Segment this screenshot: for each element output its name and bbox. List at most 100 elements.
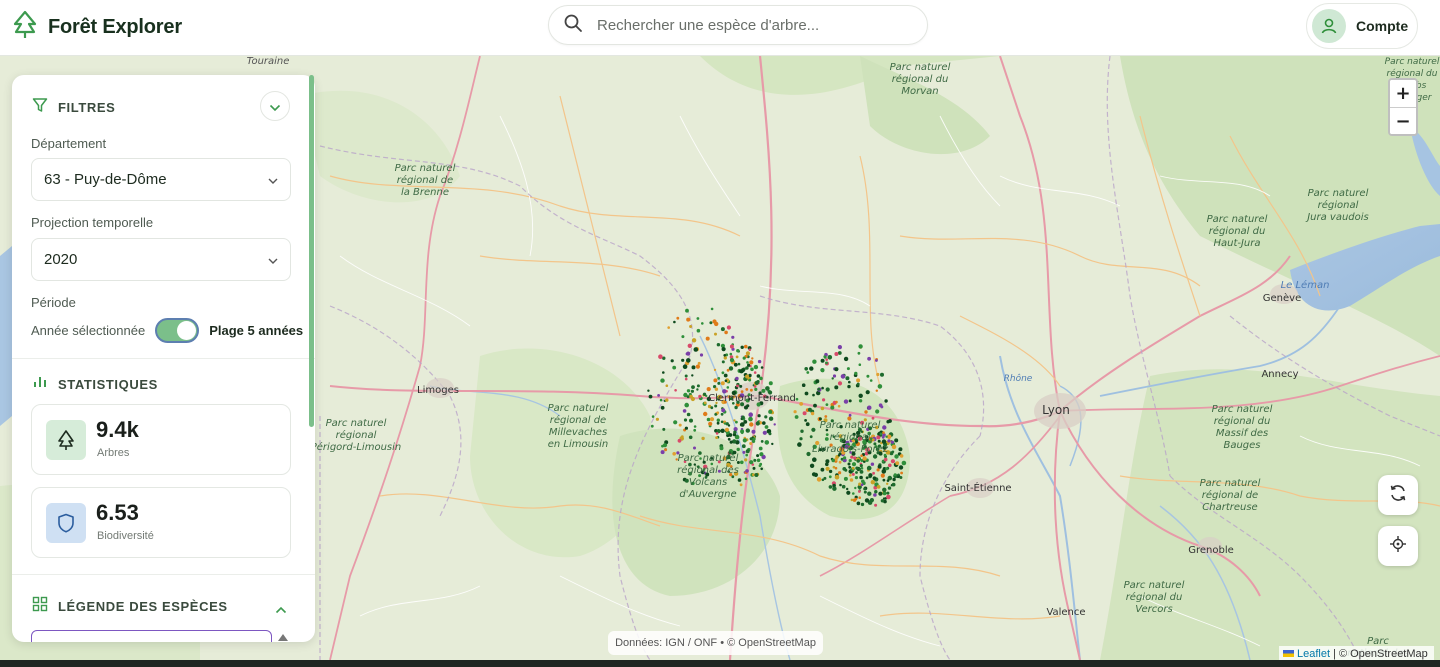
tree-point[interactable]: [856, 459, 860, 463]
tree-point[interactable]: [745, 388, 749, 391]
tree-point[interactable]: [726, 386, 730, 389]
tree-point[interactable]: [858, 467, 861, 471]
tree-point[interactable]: [723, 356, 727, 360]
tree-point[interactable]: [715, 436, 718, 439]
tree-point[interactable]: [673, 420, 678, 425]
tree-point[interactable]: [655, 417, 660, 421]
tree-point[interactable]: [895, 461, 900, 466]
leaflet-link[interactable]: Leaflet: [1297, 648, 1330, 660]
tree-point[interactable]: [882, 487, 887, 492]
tree-point[interactable]: [720, 381, 725, 386]
tree-point[interactable]: [850, 455, 854, 459]
tree-point[interactable]: [681, 358, 685, 362]
tree-point[interactable]: [693, 347, 699, 352]
tree-point[interactable]: [754, 380, 759, 385]
tree-point[interactable]: [858, 490, 861, 493]
tree-point[interactable]: [843, 476, 848, 481]
tree-point[interactable]: [764, 415, 768, 419]
tree-point[interactable]: [873, 493, 877, 497]
tree-point[interactable]: [890, 459, 896, 464]
tree-point[interactable]: [812, 393, 815, 397]
tree-point[interactable]: [724, 427, 730, 432]
tree-point[interactable]: [733, 362, 738, 367]
tree-point[interactable]: [877, 384, 883, 389]
tree-point[interactable]: [860, 467, 864, 470]
tree-point[interactable]: [825, 358, 828, 361]
tree-point[interactable]: [705, 336, 710, 341]
tree-point[interactable]: [665, 398, 669, 402]
tree-point[interactable]: [647, 389, 650, 392]
tree-point[interactable]: [800, 429, 804, 433]
tree-point[interactable]: [888, 419, 892, 423]
tree-point[interactable]: [748, 378, 752, 382]
tree-point[interactable]: [891, 482, 896, 487]
tree-point[interactable]: [793, 410, 797, 414]
tree-point[interactable]: [682, 364, 688, 370]
tree-point[interactable]: [878, 491, 883, 496]
tree-point[interactable]: [681, 335, 685, 339]
tree-point[interactable]: [838, 471, 842, 475]
tree-point[interactable]: [816, 477, 822, 482]
collapse-filters-button[interactable]: [260, 91, 290, 121]
zoom-out-button[interactable]: −: [1390, 107, 1416, 134]
tree-point[interactable]: [863, 487, 866, 491]
tree-point[interactable]: [740, 345, 744, 349]
tree-point[interactable]: [821, 369, 825, 373]
tree-point[interactable]: [732, 439, 737, 444]
tree-point[interactable]: [846, 487, 849, 491]
tree-point[interactable]: [716, 343, 721, 347]
tree-point[interactable]: [731, 335, 735, 339]
tree-point[interactable]: [859, 475, 863, 480]
tree-point[interactable]: [716, 418, 720, 422]
tree-point[interactable]: [756, 458, 761, 463]
tree-point[interactable]: [740, 429, 745, 434]
tree-point[interactable]: [811, 427, 816, 432]
tree-point[interactable]: [820, 358, 825, 363]
tree-point[interactable]: [805, 422, 810, 427]
tree-point[interactable]: [728, 433, 733, 437]
tree-point[interactable]: [874, 490, 878, 494]
tree-point[interactable]: [744, 344, 748, 349]
tree-point[interactable]: [734, 405, 738, 410]
tree-point[interactable]: [748, 348, 752, 352]
tree-point[interactable]: [820, 467, 825, 472]
tree-point[interactable]: [768, 432, 772, 436]
tree-point[interactable]: [756, 454, 760, 458]
tree-point[interactable]: [742, 356, 746, 360]
tree-point[interactable]: [863, 490, 867, 494]
tree-point[interactable]: [691, 365, 696, 370]
tree-point[interactable]: [825, 462, 829, 467]
tree-point[interactable]: [658, 354, 663, 360]
tree-point[interactable]: [888, 463, 892, 468]
legend-item[interactable]: [31, 630, 272, 642]
tree-point[interactable]: [690, 396, 696, 402]
tree-point[interactable]: [742, 450, 746, 454]
tree-point[interactable]: [696, 388, 699, 391]
tree-point[interactable]: [691, 374, 694, 377]
tree-point[interactable]: [817, 387, 821, 391]
tree-point[interactable]: [651, 415, 655, 418]
tree-point[interactable]: [693, 428, 697, 432]
tree-point[interactable]: [851, 472, 855, 476]
tree-point[interactable]: [768, 409, 773, 414]
tree-point[interactable]: [674, 389, 677, 392]
tree-point[interactable]: [848, 380, 851, 384]
tree-point[interactable]: [891, 450, 895, 454]
tree-point[interactable]: [899, 476, 903, 479]
tree-point[interactable]: [745, 469, 749, 473]
tree-point[interactable]: [759, 376, 763, 381]
tree-point[interactable]: [721, 408, 726, 413]
tree-point[interactable]: [737, 362, 741, 366]
tree-point[interactable]: [806, 371, 810, 374]
tree-point[interactable]: [759, 452, 764, 457]
tree-point[interactable]: [859, 464, 863, 468]
tree-point[interactable]: [899, 454, 904, 458]
tree-point[interactable]: [849, 478, 854, 482]
tree-point[interactable]: [709, 321, 713, 325]
tree-point[interactable]: [768, 381, 773, 386]
tree-point[interactable]: [880, 372, 884, 377]
tree-point[interactable]: [686, 358, 691, 363]
tree-point[interactable]: [733, 427, 738, 432]
tree-point[interactable]: [886, 479, 890, 482]
tree-point[interactable]: [875, 409, 880, 414]
